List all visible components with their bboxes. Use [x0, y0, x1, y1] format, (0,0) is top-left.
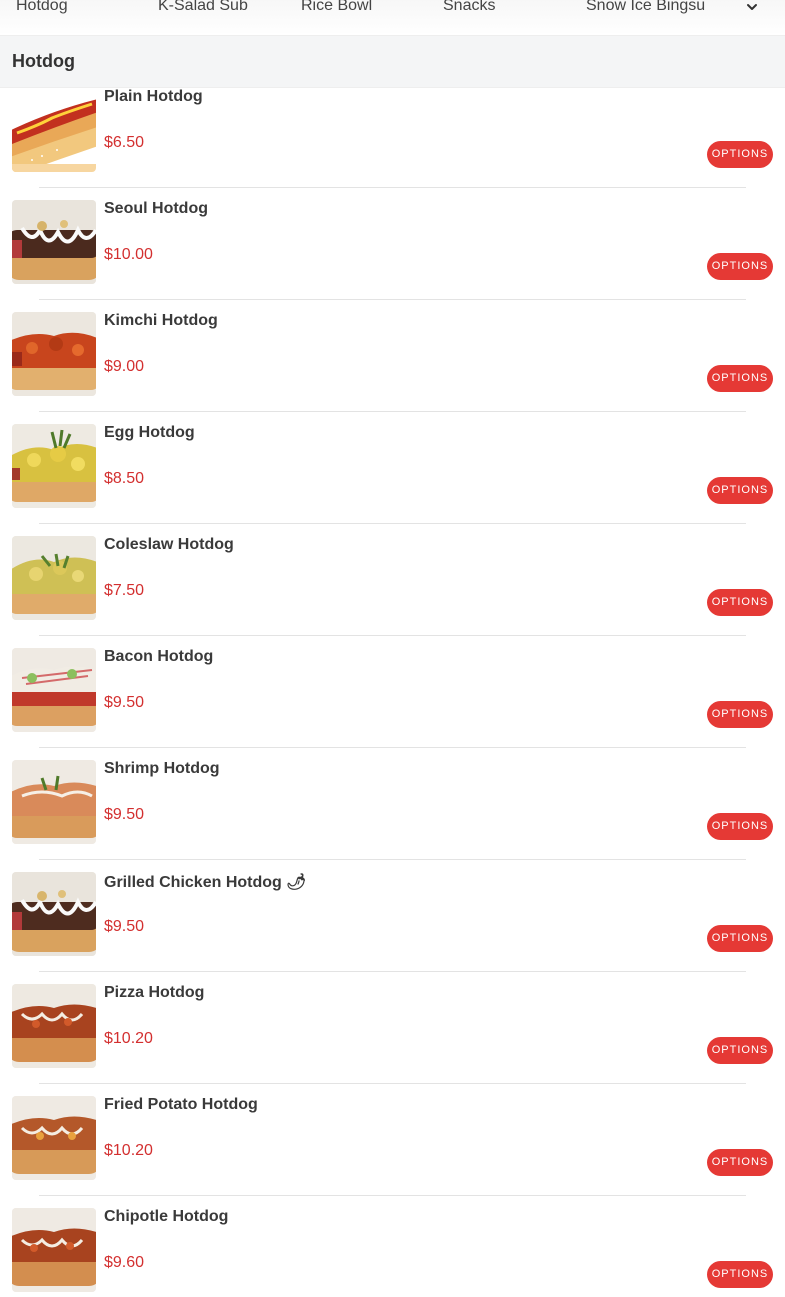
menu-item[interactable]: Egg Hotdog $8.50 OPTIONS: [0, 412, 785, 524]
category-nav: Hotdog K-Salad Sub Rice Bowl Snacks Snow…: [0, 0, 785, 36]
category-tab-snacks[interactable]: Snacks: [443, 0, 495, 15]
shrimp-hotdog-image: [12, 760, 96, 844]
plain-hotdog-image: [12, 88, 96, 172]
item-price: $9.50: [104, 918, 145, 935]
menu-item[interactable]: Bacon Hotdog $9.50 OPTIONS: [0, 636, 785, 748]
menu-item[interactable]: Kimchi Hotdog $9.00 OPTIONS: [0, 300, 785, 412]
category-tab-k-salad-sub[interactable]: K-Salad Sub: [158, 0, 248, 15]
menu-item[interactable]: Chipotle Hotdog $9.60 OPTIONS: [0, 1196, 785, 1297]
item-price: $10.20: [104, 1030, 153, 1047]
item-price: $9.50: [104, 694, 145, 711]
fried-potato-hotdog-image: [12, 1096, 96, 1180]
options-button[interactable]: OPTIONS: [707, 701, 773, 728]
item-price: $9.50: [104, 806, 145, 823]
options-button[interactable]: OPTIONS: [707, 253, 773, 280]
menu-item[interactable]: Fried Potato Hotdog $10.20 OPTIONS: [0, 1084, 785, 1196]
pizza-hotdog-image: [12, 984, 96, 1068]
menu-item[interactable]: Shrimp Hotdog $9.50 OPTIONS: [0, 748, 785, 860]
item-price: $10.20: [104, 1142, 153, 1159]
category-tab-snow-ice-bingsu[interactable]: Snow Ice Bingsu: [586, 0, 705, 15]
category-tab-hotdog[interactable]: Hotdog: [16, 0, 68, 15]
category-tab-rice-bowl[interactable]: Rice Bowl: [301, 0, 372, 15]
seoul-hotdog-image: [12, 200, 96, 284]
item-price: $7.50: [104, 582, 145, 599]
item-name: Grilled Chicken Hotdog 🌶: [104, 874, 307, 891]
item-name: Bacon Hotdog: [104, 648, 214, 665]
item-price: $10.00: [104, 246, 153, 263]
options-button[interactable]: OPTIONS: [707, 925, 773, 952]
item-name: Shrimp Hotdog: [104, 760, 220, 777]
item-name: Fried Potato Hotdog: [104, 1096, 258, 1113]
chipotle-hotdog-image: [12, 1208, 96, 1292]
menu-item[interactable]: Seoul Hotdog $10.00 OPTIONS: [0, 188, 785, 300]
options-button[interactable]: OPTIONS: [707, 589, 773, 616]
menu-item[interactable]: Coleslaw Hotdog $7.50 OPTIONS: [0, 524, 785, 636]
item-name: Coleslaw Hotdog: [104, 536, 234, 553]
item-price: $9.60: [104, 1254, 145, 1271]
item-name: Egg Hotdog: [104, 424, 195, 441]
chevron-down-icon[interactable]: [745, 0, 759, 14]
item-name: Seoul Hotdog: [104, 200, 208, 217]
item-price: $9.00: [104, 358, 145, 375]
item-name: Plain Hotdog: [104, 88, 203, 105]
item-price: $8.50: [104, 470, 145, 487]
grilled-chicken-hotdog-image: [12, 872, 96, 956]
section-title: Hotdog: [12, 51, 75, 71]
kimchi-hotdog-image: [12, 312, 96, 396]
options-button[interactable]: OPTIONS: [707, 365, 773, 392]
menu-item[interactable]: Pizza Hotdog $10.20 OPTIONS: [0, 972, 785, 1084]
options-button[interactable]: OPTIONS: [707, 141, 773, 168]
item-name: Chipotle Hotdog: [104, 1208, 229, 1225]
menu-item[interactable]: Grilled Chicken Hotdog 🌶 $9.50 OPTIONS: [0, 860, 785, 972]
item-name: Kimchi Hotdog: [104, 312, 218, 329]
options-button[interactable]: OPTIONS: [707, 1149, 773, 1176]
item-price: $6.50: [104, 134, 145, 151]
options-button[interactable]: OPTIONS: [707, 813, 773, 840]
coleslaw-hotdog-image: [12, 536, 96, 620]
options-button[interactable]: OPTIONS: [707, 477, 773, 504]
options-button[interactable]: OPTIONS: [707, 1261, 773, 1288]
item-name: Pizza Hotdog: [104, 984, 205, 1001]
menu-list: Plain Hotdog $6.50 OPTIONS Seoul Hotdog …: [0, 88, 785, 1297]
egg-hotdog-image: [12, 424, 96, 508]
options-button[interactable]: OPTIONS: [707, 1037, 773, 1064]
bacon-hotdog-image: [12, 648, 96, 732]
menu-item[interactable]: Plain Hotdog $6.50 OPTIONS: [0, 76, 785, 188]
